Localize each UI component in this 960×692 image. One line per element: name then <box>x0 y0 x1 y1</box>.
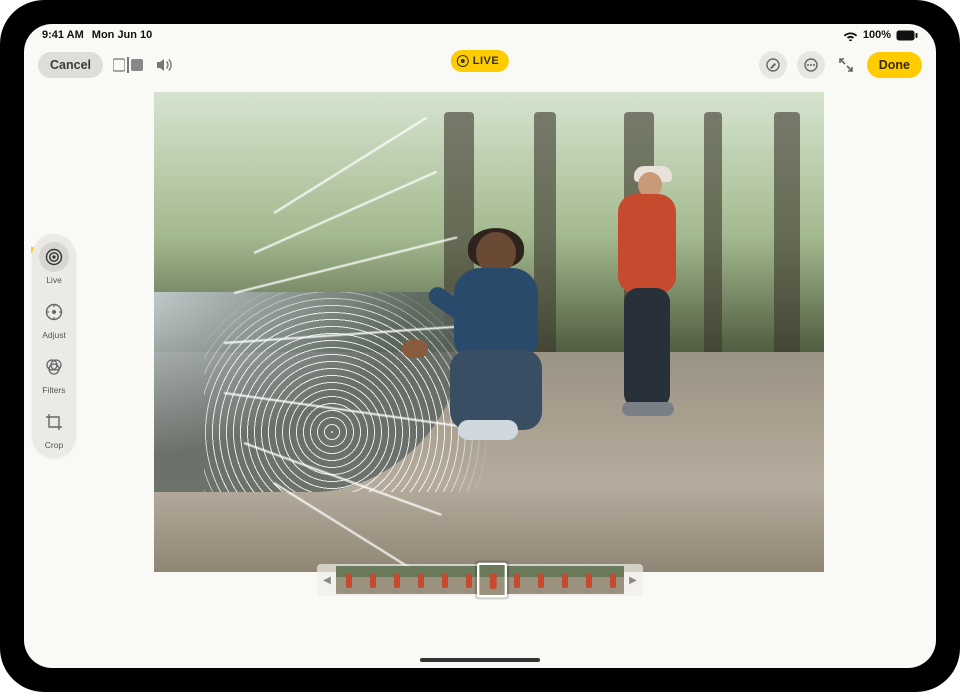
battery-icon <box>896 30 918 41</box>
filters-tool-icon <box>39 352 69 382</box>
live-tool-icon <box>39 242 69 272</box>
crop-tool-icon <box>39 407 69 437</box>
sidebar-item-label: Adjust <box>42 330 66 340</box>
sidebar-item-label: Filters <box>42 385 65 395</box>
filmstrip-frame[interactable] <box>478 564 506 596</box>
edit-mode-sidebar: Live Adjust Filters Crop <box>32 234 76 458</box>
keyframe-filmstrip[interactable]: ◀ ▶ <box>317 564 643 596</box>
filmstrip-frame[interactable] <box>504 566 528 594</box>
live-icon <box>457 55 469 67</box>
fullscreen-icon[interactable] <box>835 54 857 76</box>
live-photo-badge[interactable]: LIVE <box>451 50 509 72</box>
photo-preview[interactable] <box>154 92 824 572</box>
sidebar-item-adjust[interactable]: Adjust <box>34 297 74 340</box>
filmstrip-frame[interactable] <box>360 566 384 594</box>
filmstrip-frame[interactable] <box>432 566 456 594</box>
filmstrip-next-icon[interactable]: ▶ <box>627 566 639 594</box>
status-date: Mon Jun 10 <box>92 29 153 41</box>
home-indicator[interactable] <box>420 658 540 662</box>
person-standing <box>604 166 694 426</box>
filmstrip-frame[interactable] <box>456 566 480 594</box>
status-bar: 9:41 AM Mon Jun 10 100% <box>24 24 936 46</box>
battery-percent: 100% <box>863 29 891 41</box>
sidebar-item-crop[interactable]: Crop <box>34 407 74 450</box>
sidebar-item-filters[interactable]: Filters <box>34 352 74 395</box>
more-button[interactable] <box>797 51 825 79</box>
sidebar-item-label: Live <box>46 275 62 285</box>
compare-icon[interactable] <box>113 55 143 75</box>
filmstrip-frame[interactable] <box>384 566 408 594</box>
filmstrip-frame[interactable] <box>600 566 624 594</box>
filmstrip-frame[interactable] <box>552 566 576 594</box>
adjust-tool-icon <box>39 297 69 327</box>
filmstrip-frame[interactable] <box>408 566 432 594</box>
volume-icon[interactable] <box>153 54 175 76</box>
done-button[interactable]: Done <box>867 52 922 78</box>
wifi-icon <box>843 30 858 41</box>
filmstrip-frame[interactable] <box>576 566 600 594</box>
sidebar-item-live[interactable]: Live <box>34 242 74 285</box>
sidebar-item-label: Crop <box>45 440 63 450</box>
status-time: 9:41 AM <box>42 29 84 41</box>
cancel-button[interactable]: Cancel <box>38 52 103 78</box>
filmstrip-prev-icon[interactable]: ◀ <box>321 566 333 594</box>
filmstrip-frame[interactable] <box>336 566 360 594</box>
live-badge-label: LIVE <box>473 55 499 67</box>
filmstrip-frame[interactable] <box>528 566 552 594</box>
person-splashing <box>424 232 564 452</box>
markup-button[interactable] <box>759 51 787 79</box>
